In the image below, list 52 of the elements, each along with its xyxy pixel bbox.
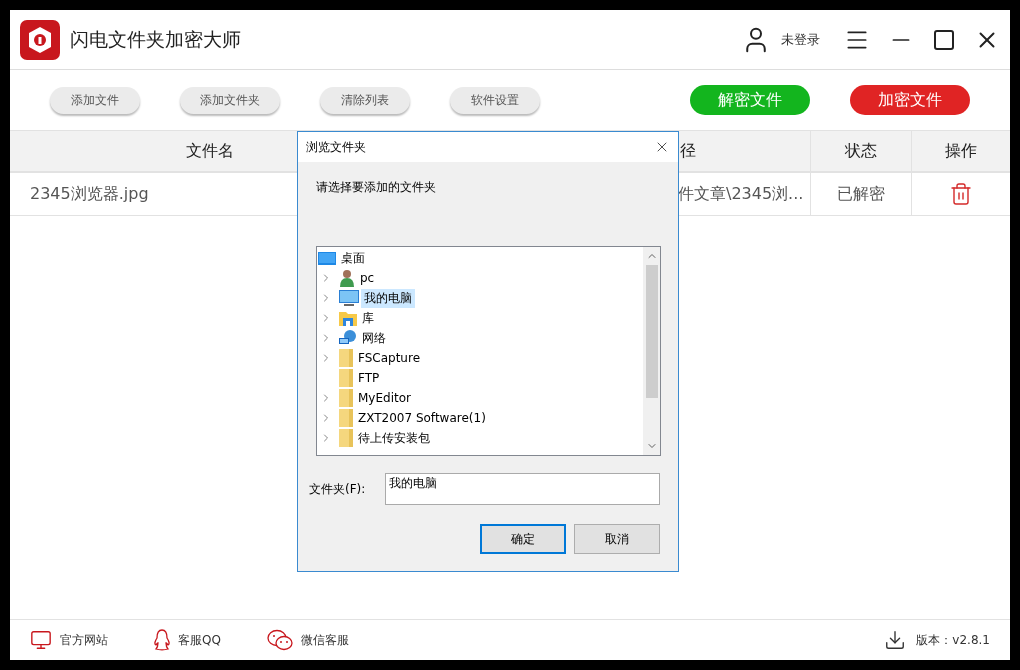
- tree-item[interactable]: FTP: [355, 370, 383, 386]
- tree-item[interactable]: ZXT2007 Software(1): [355, 410, 489, 426]
- tree-item[interactable]: 桌面: [338, 248, 368, 268]
- field-label: 文件夹(F):: [309, 480, 367, 498]
- library-icon: [339, 310, 357, 326]
- column-header: 状态: [845, 140, 877, 162]
- toolbar-button[interactable]: 清除列表: [320, 86, 410, 114]
- folder-icon: [339, 429, 353, 447]
- folder-icon: [339, 369, 353, 387]
- person-icon: [339, 269, 355, 287]
- encrypt-button[interactable]: 加密文件: [850, 85, 970, 115]
- dialog-title: 浏览文件夹: [306, 138, 366, 156]
- tree-item[interactable]: MyEditor: [355, 390, 414, 406]
- column-header: 操作: [945, 140, 977, 162]
- table-cell: 件文章\2345浏...: [678, 183, 804, 205]
- folder-field[interactable]: 我的电脑: [385, 473, 660, 505]
- trash-icon[interactable]: [949, 182, 973, 206]
- tree-item[interactable]: 我的电脑: [361, 288, 415, 308]
- column-header: 径: [680, 140, 696, 162]
- toolbar-button[interactable]: 添加文件夹: [180, 86, 280, 114]
- folder-icon: [339, 349, 353, 367]
- network-icon: [339, 330, 357, 346]
- folder-icon: [339, 409, 353, 427]
- footer-link[interactable]: 官方网站: [30, 629, 108, 651]
- tree-item[interactable]: 库: [359, 308, 377, 328]
- table-cell: 已解密: [837, 183, 885, 205]
- login-status[interactable]: 未登录: [781, 30, 820, 49]
- app-title: 闪电文件夹加密大师: [70, 26, 241, 52]
- column-header: 文件名: [186, 140, 234, 162]
- penguin-icon: [154, 629, 170, 651]
- footer-link[interactable]: 微信客服: [266, 629, 349, 651]
- ok-button[interactable]: 确定: [480, 524, 566, 554]
- scrollbar[interactable]: [643, 247, 660, 455]
- table-cell: 2345浏览器.jpg: [30, 183, 149, 205]
- cancel-button[interactable]: 取消: [574, 524, 660, 554]
- app-logo: [20, 19, 60, 60]
- footer-link[interactable]: 客服QQ: [154, 629, 221, 651]
- tree-item[interactable]: pc: [357, 270, 378, 286]
- monitor-icon: [30, 629, 52, 651]
- maximize-icon[interactable]: [932, 27, 956, 52]
- desktop-icon: [318, 251, 336, 265]
- chat-bubbles-icon: [266, 629, 293, 651]
- version-label: 版本：v2.8.1: [916, 631, 990, 649]
- folder-icon: [339, 389, 353, 407]
- toolbar-button[interactable]: 软件设置: [450, 86, 540, 114]
- dialog-prompt: 请选择要添加的文件夹: [316, 179, 437, 196]
- tree-item[interactable]: FSCapture: [355, 350, 424, 366]
- computer-icon: [339, 290, 359, 306]
- toolbar-button[interactable]: 添加文件: [50, 86, 140, 114]
- tree-item[interactable]: 待上传安装包: [355, 428, 433, 448]
- download-icon[interactable]: [884, 629, 907, 651]
- tree-item[interactable]: 网络: [359, 328, 389, 348]
